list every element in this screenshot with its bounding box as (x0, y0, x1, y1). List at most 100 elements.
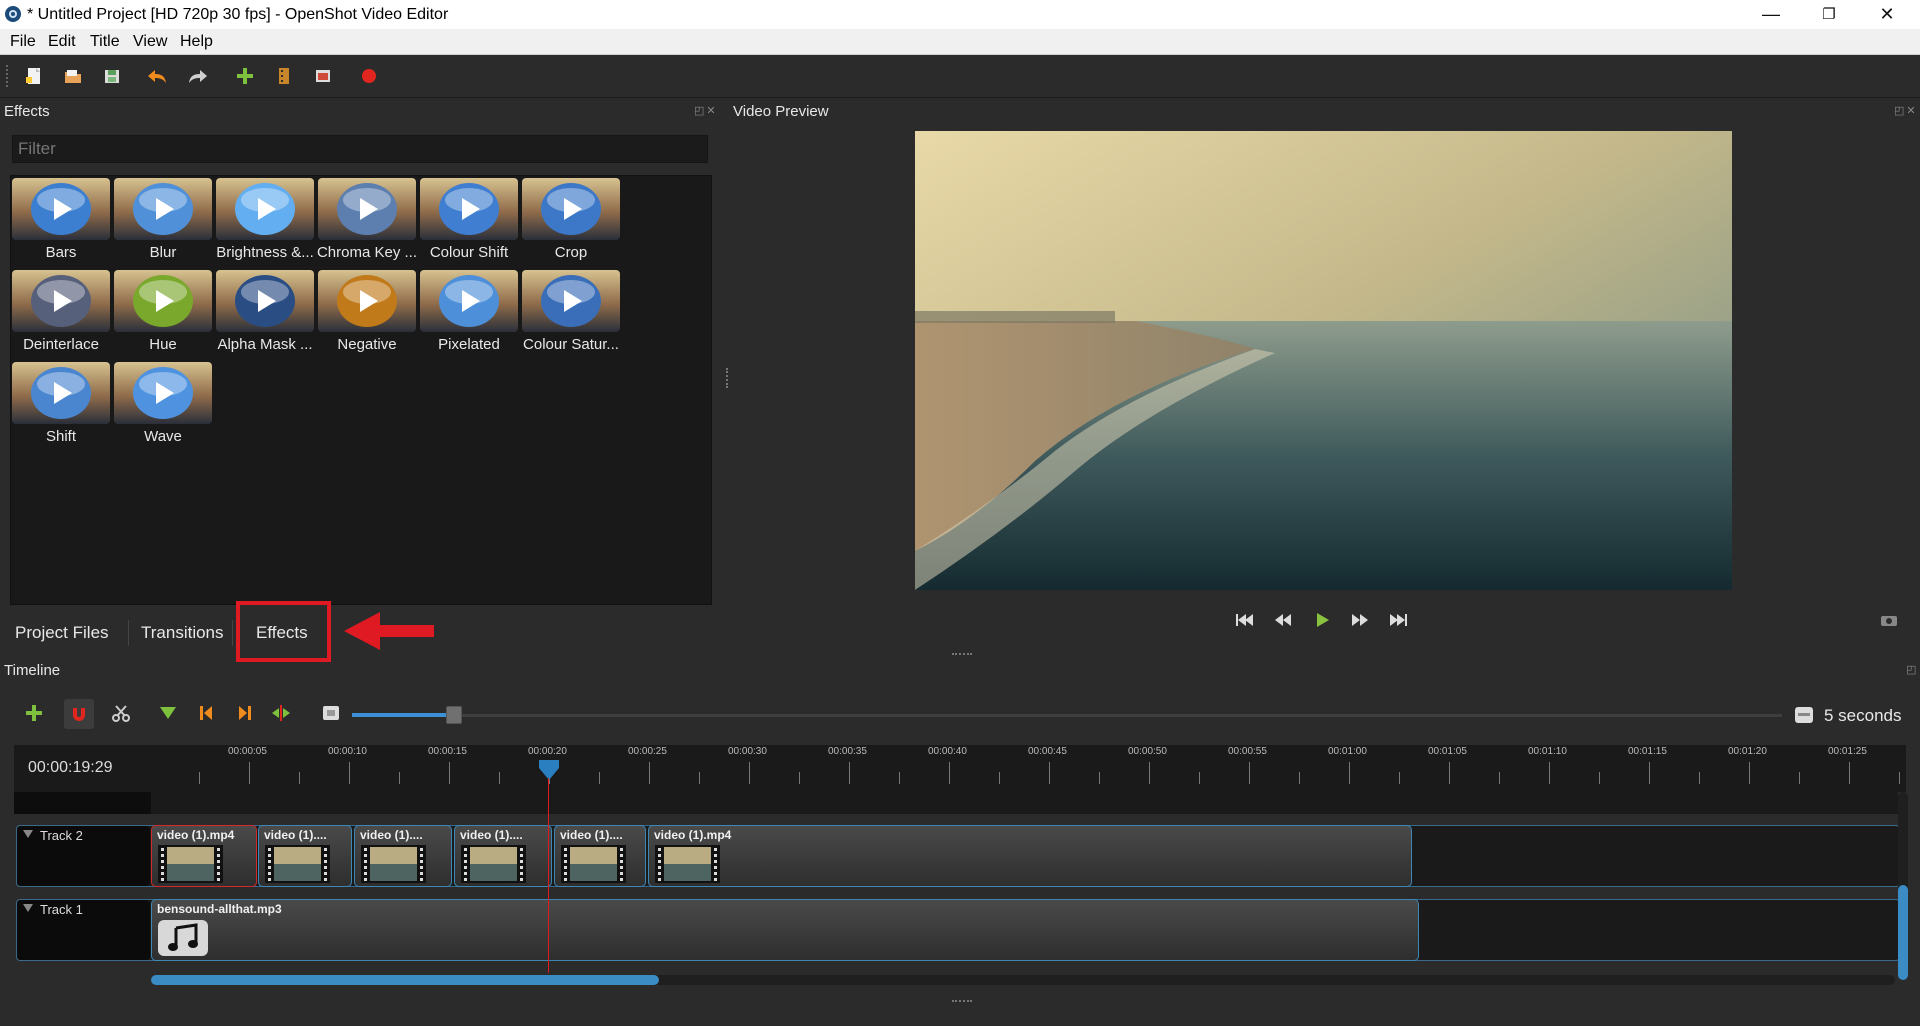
ruler-major-tick (1849, 762, 1850, 784)
zoom-level-label: 5 seconds (1824, 706, 1902, 725)
ruler-tick-label: 00:00:30 (728, 746, 767, 757)
redo-icon[interactable] (186, 64, 210, 88)
effect-item[interactable]: Negative (317, 268, 417, 356)
save-project-icon[interactable] (100, 64, 124, 88)
fast-forward-icon[interactable] (1348, 609, 1372, 631)
timeline-vertical-scroll-thumb[interactable] (1898, 885, 1908, 980)
effect-item[interactable]: Blur (113, 176, 213, 264)
effect-label: Deinterlace (23, 336, 99, 353)
menu-file[interactable]: File (10, 33, 36, 51)
rewind-icon[interactable] (1271, 609, 1295, 631)
effect-item[interactable]: Deinterlace (11, 268, 111, 356)
splitter-handle[interactable] (952, 1000, 972, 1004)
minimize-button[interactable]: — (1742, 0, 1800, 29)
export-video-icon[interactable] (357, 64, 381, 88)
ruler-tick-label: 00:01:05 (1428, 746, 1467, 757)
preview-dock-float-close-icon[interactable]: ◰✕ (1894, 104, 1918, 117)
effect-label: Negative (337, 336, 397, 353)
ruler-major-tick (349, 762, 350, 784)
effect-label: Blur (149, 244, 177, 261)
clip-name: bensound-allthat.mp3 (157, 902, 282, 916)
effect-item[interactable]: Chroma Key ... (317, 176, 417, 264)
track-1-header[interactable] (17, 900, 150, 960)
close-button[interactable]: ✕ (1858, 0, 1916, 29)
open-project-icon[interactable] (61, 64, 85, 88)
timeline-horizontal-scroll-thumb[interactable] (151, 975, 659, 985)
tab-transitions[interactable]: Transitions (141, 617, 224, 649)
ruler-minor-tick (1299, 772, 1300, 784)
ruler-minor-tick (299, 772, 300, 784)
center-timeline-icon[interactable] (270, 702, 292, 724)
effect-item[interactable]: Alpha Mask ... (215, 268, 315, 356)
ruler-minor-tick (1699, 772, 1700, 784)
play-icon[interactable] (1310, 609, 1334, 631)
current-time-label: 00:00:19:29 (28, 759, 113, 776)
snapping-toggle-button[interactable] (64, 699, 94, 729)
effect-item[interactable]: Shift (11, 360, 111, 448)
menu-help[interactable]: Help (180, 33, 213, 51)
ruler-major-tick (749, 762, 750, 784)
effect-item[interactable]: Bars (11, 176, 111, 264)
menu-edit[interactable]: Edit (48, 33, 76, 51)
effect-label: Alpha Mask ... (217, 336, 313, 353)
effect-item[interactable]: Colour Shift (419, 176, 519, 264)
import-files-icon[interactable] (233, 64, 257, 88)
ruler-major-tick (649, 762, 650, 784)
profile-icon[interactable] (272, 64, 296, 88)
zoom-icon[interactable] (320, 702, 342, 724)
fullscreen-icon[interactable] (311, 64, 335, 88)
menu-view[interactable]: View (133, 33, 167, 51)
effect-item[interactable]: Crop (521, 176, 621, 264)
previous-marker-icon[interactable] (195, 702, 217, 724)
effects-filter-input[interactable] (12, 135, 708, 163)
track-2-header[interactable] (17, 826, 150, 886)
next-marker-icon[interactable] (234, 702, 256, 724)
menu-bar: File Edit Title View Help (0, 29, 1920, 55)
jump-to-end-icon[interactable] (1387, 609, 1411, 631)
effects-tab-highlight-box (236, 601, 331, 662)
effect-item[interactable]: Colour Satur... (521, 268, 621, 356)
ruler-minor-tick (1099, 772, 1100, 784)
toolbar-grip[interactable] (6, 65, 12, 87)
jump-to-start-icon[interactable] (1232, 609, 1256, 631)
effect-label: Shift (45, 428, 76, 445)
playhead-line (548, 778, 549, 973)
ruler-major-tick (1349, 762, 1350, 784)
ruler-minor-tick (1799, 772, 1800, 784)
collapse-arrow-icon[interactable] (23, 904, 33, 912)
new-project-icon[interactable] (22, 64, 46, 88)
effects-dock-float-close-icon[interactable]: ◰✕ (694, 104, 718, 117)
video-clip[interactable]: video (1).mp4 (648, 825, 1412, 887)
film-strip-thumbnail-icon (561, 845, 626, 883)
camera-icon[interactable] (1879, 612, 1899, 628)
razor-icon[interactable] (110, 702, 132, 724)
add-marker-icon[interactable] (157, 702, 179, 724)
ruler-tick-label: 00:00:20 (528, 746, 567, 757)
effect-item[interactable]: Hue (113, 268, 213, 356)
clip-name: video (1).mp4 (654, 828, 732, 842)
playhead-marker-icon[interactable] (537, 758, 561, 786)
effect-item[interactable]: Wave (113, 360, 213, 448)
audio-clip[interactable]: bensound-allthat.mp3 (151, 899, 1419, 961)
collapse-arrow-icon[interactable] (23, 830, 33, 838)
effect-thumbnail-icon (216, 178, 314, 240)
clip-name: video (1).... (264, 828, 327, 842)
film-strip-thumbnail-icon (265, 845, 330, 883)
splitter-handle[interactable] (726, 368, 730, 388)
ruler-tick-label: 00:00:15 (428, 746, 467, 757)
ruler-tick-label: 00:00:40 (928, 746, 967, 757)
effect-item[interactable]: Pixelated (419, 268, 519, 356)
ruler-major-tick (1649, 762, 1650, 784)
zoom-slider-handle[interactable] (446, 706, 462, 724)
tab-project-files[interactable]: Project Files (15, 617, 109, 649)
ruler-minor-tick (999, 772, 1000, 784)
zoom-slider-track[interactable] (352, 714, 1782, 717)
menu-title[interactable]: Title (90, 33, 120, 51)
splitter-handle[interactable] (952, 653, 972, 657)
add-track-icon[interactable] (23, 702, 45, 724)
clip-name: video (1).... (560, 828, 623, 842)
maximize-button[interactable]: ❐ (1800, 0, 1858, 29)
undo-icon[interactable] (145, 64, 169, 88)
effect-item[interactable]: Brightness &... (215, 176, 315, 264)
timeline-dock-float-icon[interactable]: ◰ (1906, 663, 1918, 676)
